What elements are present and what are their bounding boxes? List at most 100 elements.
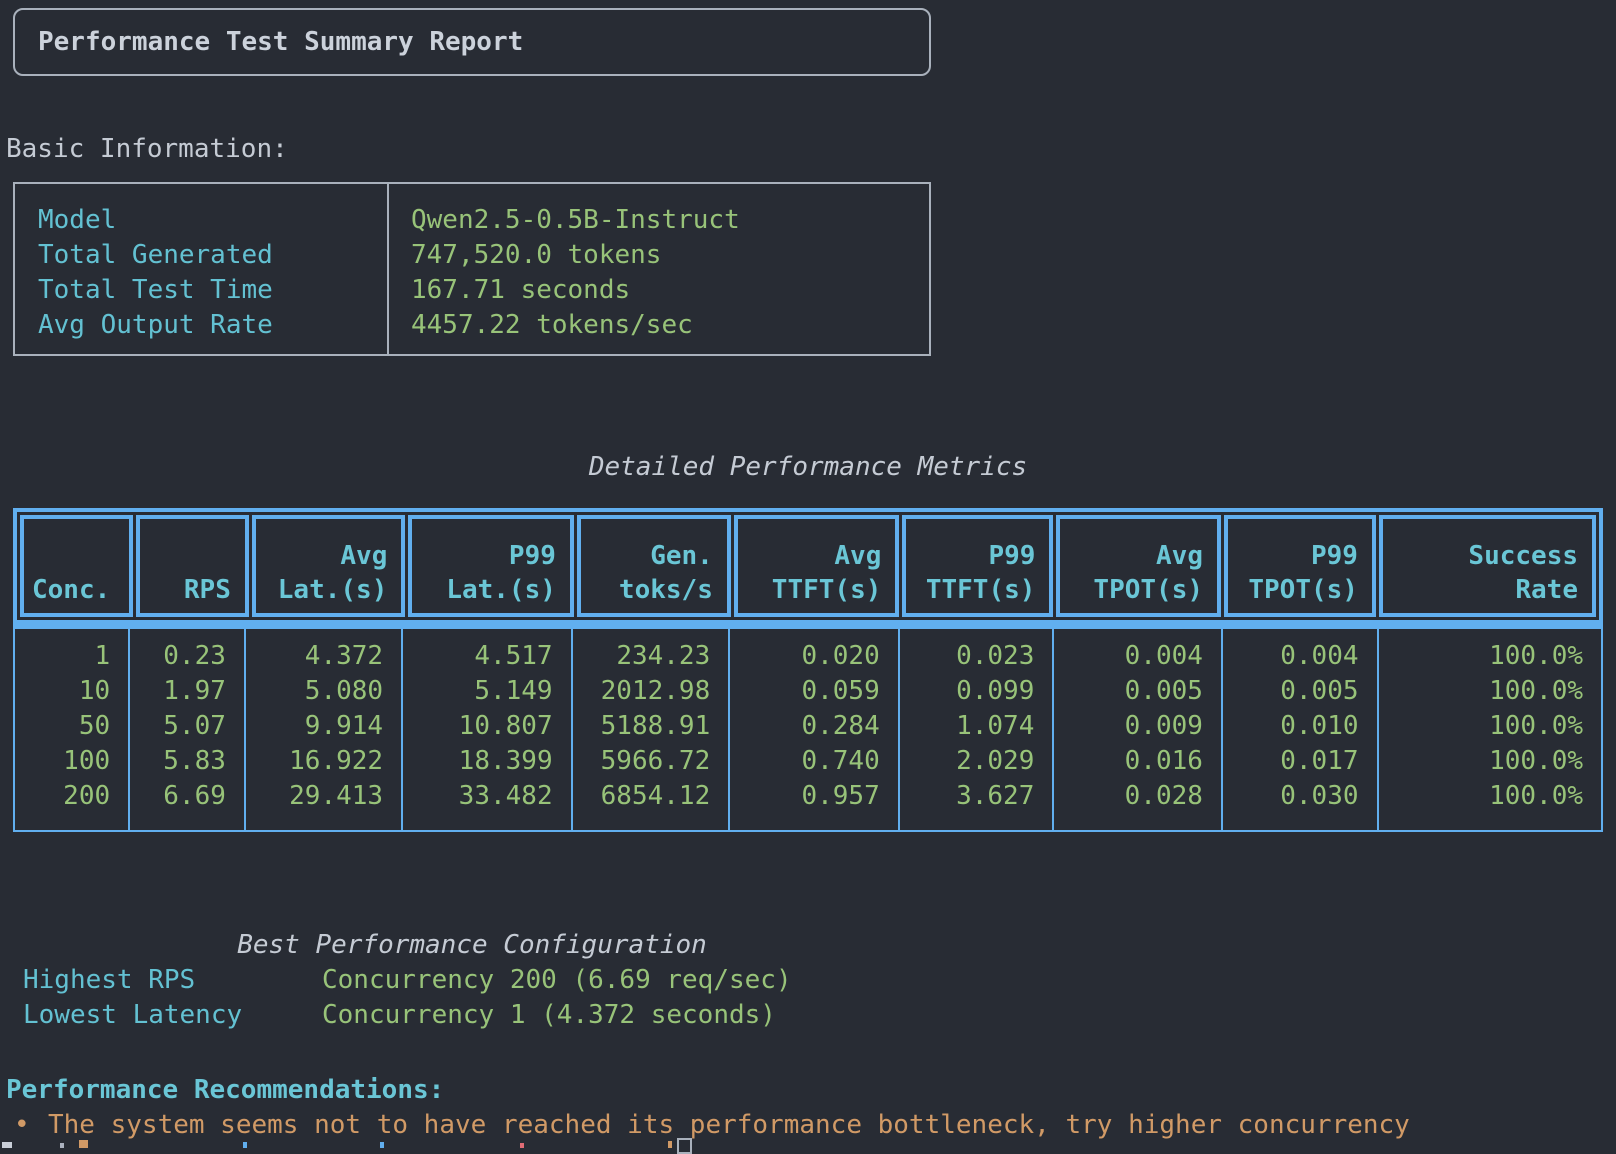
metrics-cell: 16.922 — [246, 744, 401, 779]
metrics-column-header: AvgTPOT(s) — [1056, 515, 1221, 617]
metrics-cell: 0.030 — [1223, 779, 1377, 814]
basic-info-value: 4457.22 tokens/sec — [411, 308, 929, 343]
basic-info-label: Model — [38, 203, 387, 238]
metrics-cell: 2012.98 — [573, 674, 729, 709]
metrics-cell: 0.005 — [1223, 674, 1377, 709]
metrics-cell: 5966.72 — [573, 744, 729, 779]
basic-info-value: Qwen2.5-0.5B-Instruct — [411, 203, 929, 238]
clipped-text-fragment — [2, 1142, 12, 1148]
metrics-cell: 33.482 — [403, 779, 571, 814]
best-config-row: Lowest Latency Concurrency 1 (4.372 seco… — [13, 998, 931, 1033]
metrics-cell: 0.284 — [730, 709, 898, 744]
metrics-cell: 0.059 — [730, 674, 898, 709]
metrics-cell: 0.004 — [1054, 639, 1221, 674]
basic-info-label-column: Model Total Generated Total Test Time Av… — [15, 184, 389, 354]
report-title-panel: Performance Test Summary Report — [13, 8, 931, 76]
metrics-cell: 234.23 — [573, 639, 729, 674]
metrics-cell: 0.23 — [130, 639, 244, 674]
metrics-column-header: AvgLat.(s) — [252, 515, 406, 617]
metrics-column: 11050100200 — [15, 629, 130, 830]
basic-info-heading: Basic Information: — [6, 134, 288, 164]
metrics-cell: 100.0% — [1379, 639, 1602, 674]
best-config-label: Lowest Latency — [13, 998, 322, 1033]
recommendation-item: • The system seems not to have reached i… — [6, 1108, 1606, 1143]
metrics-column: 0.0200.0590.2840.7400.957 — [730, 629, 900, 830]
metrics-table: Conc.RPSAvgLat.(s)P99Lat.(s)Gen.toks/sAv… — [13, 508, 1603, 832]
metrics-body: 110501002000.231.975.075.836.694.3725.08… — [13, 624, 1603, 832]
metrics-cell: 18.399 — [403, 744, 571, 779]
clipped-text-fragment — [380, 1142, 384, 1148]
metrics-cell: 0.957 — [730, 779, 898, 814]
metrics-cell: 0.004 — [1223, 639, 1377, 674]
metrics-cell: 100 — [15, 744, 128, 779]
metrics-column: 4.3725.0809.91416.92229.413 — [246, 629, 403, 830]
terminal-screen: { "colors": { "background": "#282c34", "… — [0, 0, 1616, 1148]
basic-info-label: Avg Output Rate — [38, 308, 387, 343]
metrics-cell: 4.517 — [403, 639, 571, 674]
metrics-cell: 0.005 — [1054, 674, 1221, 709]
metrics-cell: 200 — [15, 779, 128, 814]
metrics-column-header: Conc. — [20, 515, 133, 617]
metrics-column-header: AvgTTFT(s) — [734, 515, 900, 617]
metrics-column-header: SuccessRate — [1379, 515, 1596, 617]
metrics-cell: 1.074 — [900, 709, 1053, 744]
best-config-title: Best Performance Configuration — [13, 928, 931, 963]
metrics-cell: 0.023 — [900, 639, 1053, 674]
terminal-cursor — [677, 1138, 692, 1154]
metrics-cell: 0.009 — [1054, 709, 1221, 744]
metrics-cell: 3.627 — [900, 779, 1053, 814]
clipped-text-fragment — [60, 1143, 64, 1148]
best-config-label: Highest RPS — [13, 963, 322, 998]
metrics-cell: 0.020 — [730, 639, 898, 674]
metrics-cell: 1 — [15, 639, 128, 674]
metrics-cell: 2.029 — [900, 744, 1053, 779]
recommendations-heading: Performance Recommendations: — [6, 1073, 1606, 1108]
metrics-cell: 100.0% — [1379, 744, 1602, 779]
metrics-column: 0.0040.0050.0100.0170.030 — [1223, 629, 1379, 830]
recommendations-section: Performance Recommendations: • The syste… — [6, 1073, 1606, 1143]
metrics-column: 0.231.975.075.836.69 — [130, 629, 246, 830]
metrics-cell: 5.080 — [246, 674, 401, 709]
best-config-row: Highest RPS Concurrency 200 (6.69 req/se… — [13, 963, 931, 998]
clipped-text-fragment — [520, 1143, 524, 1148]
metrics-column: 100.0%100.0%100.0%100.0%100.0% — [1379, 629, 1602, 830]
metrics-cell: 10 — [15, 674, 128, 709]
metrics-column-header: P99TPOT(s) — [1224, 515, 1376, 617]
metrics-cell: 50 — [15, 709, 128, 744]
metrics-cell: 5188.91 — [573, 709, 729, 744]
metrics-cell: 9.914 — [246, 709, 401, 744]
metrics-cell: 0.016 — [1054, 744, 1221, 779]
clipped-text-fragment — [79, 1140, 88, 1148]
basic-info-table: Model Total Generated Total Test Time Av… — [13, 182, 931, 356]
metrics-cell: 100.0% — [1379, 674, 1602, 709]
basic-info-value: 747,520.0 tokens — [411, 238, 929, 273]
metrics-cell: 0.099 — [900, 674, 1053, 709]
metrics-header-row: Conc.RPSAvgLat.(s)P99Lat.(s)Gen.toks/sAv… — [13, 508, 1603, 624]
basic-info-label: Total Generated — [38, 238, 387, 273]
metrics-column: 234.232012.985188.915966.726854.12 — [573, 629, 731, 830]
metrics-cell: 5.83 — [130, 744, 244, 779]
metrics-cell: 0.740 — [730, 744, 898, 779]
clipped-text-fragment — [668, 1141, 672, 1148]
metrics-cell: 100.0% — [1379, 779, 1602, 814]
bullet-icon: • — [14, 1108, 48, 1143]
best-config-value: Concurrency 200 (6.69 req/sec) — [322, 963, 792, 998]
metrics-cell: 100.0% — [1379, 709, 1602, 744]
metrics-cell: 4.372 — [246, 639, 401, 674]
metrics-column: 0.0040.0050.0090.0160.028 — [1054, 629, 1223, 830]
metrics-cell: 6854.12 — [573, 779, 729, 814]
basic-info-value: 167.71 seconds — [411, 273, 929, 308]
metrics-column: 4.5175.14910.80718.39933.482 — [403, 629, 573, 830]
metrics-cell: 10.807 — [403, 709, 571, 744]
metrics-cell: 0.010 — [1223, 709, 1377, 744]
metrics-column-header: RPS — [136, 515, 249, 617]
metrics-column-header: P99Lat.(s) — [408, 515, 574, 617]
metrics-cell: 29.413 — [246, 779, 401, 814]
metrics-cell: 5.07 — [130, 709, 244, 744]
metrics-column: 0.0230.0991.0742.0293.627 — [900, 629, 1055, 830]
metrics-cell: 0.028 — [1054, 779, 1221, 814]
metrics-table-title: Detailed Performance Metrics — [13, 452, 1603, 482]
best-config-section: Best Performance Configuration Highest R… — [13, 928, 931, 1033]
basic-info-value-column: Qwen2.5-0.5B-Instruct 747,520.0 tokens 1… — [389, 184, 929, 354]
best-config-value: Concurrency 1 (4.372 seconds) — [322, 998, 776, 1033]
